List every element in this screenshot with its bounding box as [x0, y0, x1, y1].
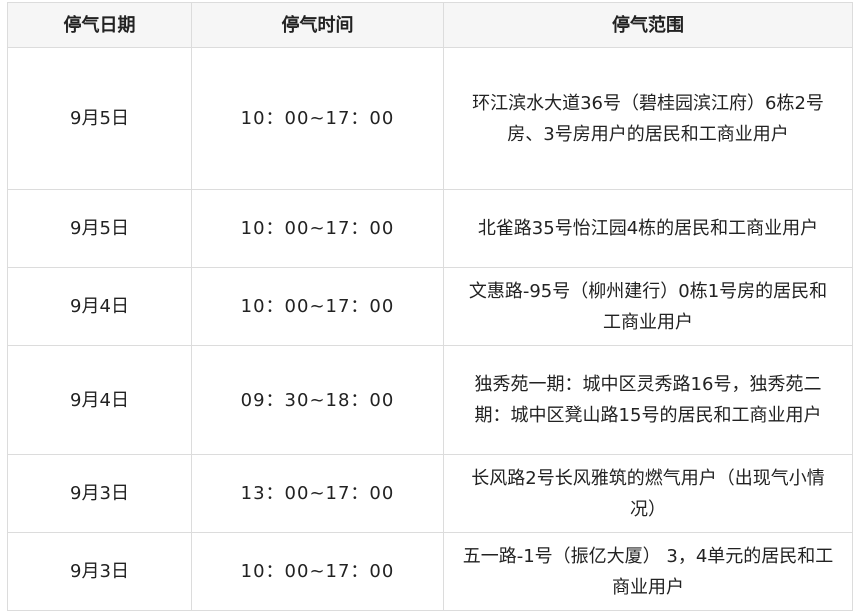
cell-date: 9月5日 [7, 47, 192, 190]
cell-scope: 独秀苑一期：城中区灵秀路16号，独秀苑二期：城中区凳山路15号的居民和工商业用户 [443, 345, 853, 455]
header-scope: 停气范围 [443, 2, 853, 48]
cell-scope: 北雀路35号怡江园4栋的居民和工商业用户 [443, 189, 853, 268]
header-date: 停气日期 [7, 2, 192, 48]
cell-date: 9月3日 [7, 532, 192, 611]
table-row: 9月5日 10：00~17：00 环江滨水大道36号（碧桂园滨江府）6栋2号房、… [7, 47, 853, 190]
cell-date: 9月4日 [7, 345, 192, 455]
cell-time: 09：30~18：00 [191, 345, 444, 455]
table-row: 9月4日 10：00~17：00 文惠路-95号（柳州建行）0栋1号房的居民和工… [7, 267, 853, 346]
cell-time: 10：00~17：00 [191, 267, 444, 346]
cell-scope: 长风路2号长风雅筑的燃气用户（出现气小情况） [443, 454, 853, 533]
table-row: 9月3日 13：00~17：00 长风路2号长风雅筑的燃气用户（出现气小情况） [7, 454, 853, 533]
cell-date: 9月5日 [7, 189, 192, 268]
cell-date: 9月4日 [7, 267, 192, 346]
header-time: 停气时间 [191, 2, 444, 48]
cell-scope: 文惠路-95号（柳州建行）0栋1号房的居民和工商业用户 [443, 267, 853, 346]
page: 停气日期 停气时间 停气范围 9月5日 10：00~17：00 环江滨水大道36… [0, 0, 855, 611]
table-row: 9月5日 10：00~17：00 北雀路35号怡江园4栋的居民和工商业用户 [7, 189, 853, 268]
table-row: 9月3日 10：00~17：00 五一路-1号（振亿大厦） 3，4单元的居民和工… [7, 532, 853, 611]
cell-time: 10：00~17：00 [191, 47, 444, 190]
cell-scope: 五一路-1号（振亿大厦） 3，4单元的居民和工商业用户 [443, 532, 853, 611]
cell-time: 13：00~17：00 [191, 454, 444, 533]
cell-scope: 环江滨水大道36号（碧桂园滨江府）6栋2号房、3号房用户的居民和工商业用户 [443, 47, 853, 190]
cell-time: 10：00~17：00 [191, 189, 444, 268]
table-row: 9月4日 09：30~18：00 独秀苑一期：城中区灵秀路16号，独秀苑二期：城… [7, 345, 853, 455]
cell-date: 9月3日 [7, 454, 192, 533]
table-header-row: 停气日期 停气时间 停气范围 [7, 2, 853, 48]
cell-time: 10：00~17：00 [191, 532, 444, 611]
gas-outage-table: 停气日期 停气时间 停气范围 9月5日 10：00~17：00 环江滨水大道36… [7, 2, 853, 611]
